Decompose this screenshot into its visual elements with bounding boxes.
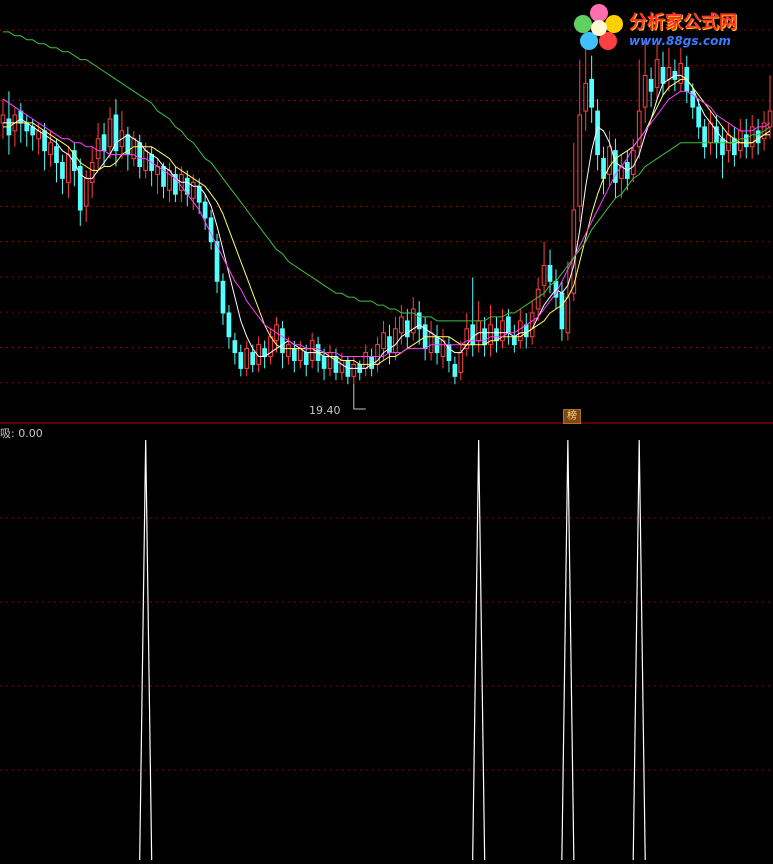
indicator-spike: [632, 439, 646, 861]
candle-up: [381, 332, 386, 350]
candle-up: [577, 114, 583, 207]
candle-down: [660, 67, 666, 84]
candle-down: [291, 348, 297, 361]
candle-up: [535, 288, 541, 310]
indicator-spike: [472, 439, 486, 861]
candle-down: [226, 312, 232, 338]
candle-up: [339, 359, 345, 373]
candle-down: [303, 352, 309, 365]
candle-up: [583, 82, 589, 112]
candle-up: [767, 110, 773, 128]
candle-down: [18, 110, 24, 124]
candle-down: [404, 320, 410, 338]
candle-down: [470, 324, 476, 346]
candle-down: [702, 126, 707, 148]
indicator-value-label: 吸: 0.00: [0, 427, 43, 440]
candle-down: [101, 134, 107, 152]
candle-up: [565, 296, 571, 334]
indicator-spike: [139, 439, 153, 861]
candle-down: [743, 134, 749, 148]
candle-down: [333, 356, 339, 373]
candle-up: [363, 352, 369, 369]
candle-down: [589, 78, 594, 108]
candle-down: [494, 328, 499, 342]
candle-down: [452, 363, 458, 377]
candle-up: [297, 348, 303, 361]
candle-down: [506, 316, 511, 334]
candle-up: [286, 344, 291, 358]
candle-up: [48, 142, 53, 156]
candle-down: [547, 264, 553, 282]
candle-down: [559, 292, 565, 330]
candle-up: [309, 340, 315, 361]
stock-chart-svg[interactable]: [0, 0, 773, 861]
candle-down: [369, 356, 374, 369]
candle-down: [208, 217, 214, 243]
candle-up: [607, 146, 612, 175]
chart-stage[interactable]: 19.40 榜 吸: 0.00 分析家公式网 www.88gs.com: [0, 0, 773, 861]
candle-up: [0, 114, 6, 124]
candle-down: [387, 336, 392, 354]
candle-up: [327, 352, 333, 369]
candle-up: [351, 363, 357, 377]
candle-up: [630, 150, 636, 175]
candle-down: [232, 340, 238, 354]
candle-down: [755, 130, 761, 144]
candle-up: [476, 320, 482, 342]
candle-down: [60, 162, 65, 179]
candle-up: [428, 332, 434, 354]
rank-badge[interactable]: 榜: [563, 409, 581, 424]
watermark-title: 分析家公式网: [629, 12, 737, 33]
candle-up: [654, 59, 660, 88]
candle-up: [458, 352, 464, 373]
candle-down: [54, 146, 59, 164]
candle-up: [107, 118, 113, 148]
candle-up: [143, 150, 149, 171]
candle-up: [244, 348, 250, 369]
candle-down: [696, 106, 702, 128]
candle-up: [190, 181, 196, 199]
candle-up: [393, 328, 398, 354]
candle-down: [732, 138, 737, 156]
candle-down: [250, 352, 256, 365]
candle-down: [511, 336, 517, 346]
flower-logo-icon: [574, 4, 623, 50]
candle-down: [648, 78, 654, 92]
candle-up: [89, 162, 95, 183]
candle-up: [737, 130, 743, 152]
low-price-label: 19.40: [309, 404, 341, 417]
candle-down: [416, 312, 422, 330]
candle-down: [482, 328, 487, 346]
candle-up: [666, 67, 672, 80]
indicator-spike: [561, 439, 575, 861]
candle-up: [636, 110, 642, 148]
candle-down: [523, 324, 529, 338]
candle-up: [66, 154, 71, 183]
candle-up: [517, 320, 523, 342]
candle-down: [690, 90, 696, 108]
candle-up: [83, 177, 89, 207]
candle-down: [202, 201, 208, 219]
candle-up: [541, 264, 547, 286]
watermark-logo: 分析家公式网 www.88gs.com: [572, 2, 772, 54]
candle-up: [642, 74, 648, 108]
candle-down: [77, 165, 83, 211]
watermark-url: www.88gs.com: [629, 34, 731, 48]
candle-down: [720, 138, 725, 156]
candle-up: [95, 138, 101, 160]
candle-up: [399, 316, 404, 334]
candle-down: [220, 280, 226, 314]
candle-down: [321, 356, 327, 369]
candle-up: [529, 312, 535, 338]
candle-up: [708, 122, 713, 144]
candle-down: [238, 352, 244, 369]
